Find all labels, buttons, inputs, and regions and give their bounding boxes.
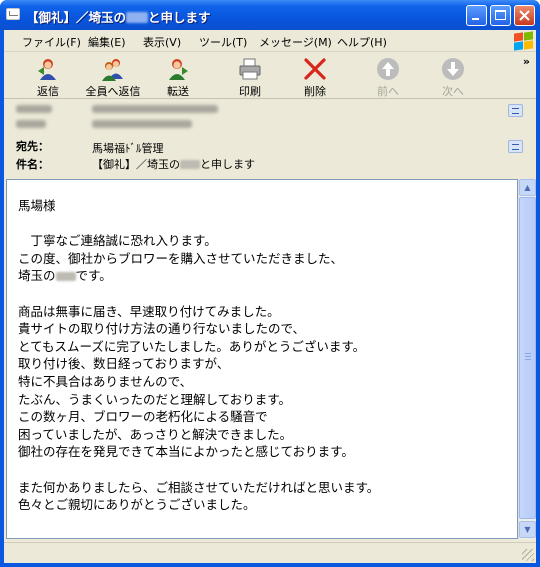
body-line: 困っていましたが、あっさりと解決できました。 — [18, 426, 293, 442]
maximize-button[interactable] — [490, 5, 511, 26]
minimize-icon — [472, 18, 479, 20]
body-line: 取り付け後、数日経っておりますが、 — [18, 356, 230, 372]
redacted-from-value — [92, 105, 218, 113]
up-arrow-icon — [377, 58, 399, 80]
mail-window: 【御礼】／埼玉の と申します ファイル(F) 編集(E) 表示(V) ツール(T)… — [0, 0, 540, 567]
window-title: 【御礼】／埼玉の と申します — [26, 7, 211, 26]
body-line: この数ヶ月、ブロワーの老朽化による騒音で — [18, 409, 268, 425]
message-body[interactable]: 馬場様 丁寧なご連絡誠に恐れ入ります。 この度、御社からブロワーを購入させていた… — [6, 179, 518, 539]
redacted-date-value — [92, 120, 192, 128]
body-line-prefix: 埼玉の — [18, 268, 56, 284]
printer-icon — [239, 58, 261, 80]
delete-button[interactable]: 削除 — [286, 55, 344, 98]
client-area: ファイル(F) 編集(E) 表示(V) ツール(T) メッセージ(M) ヘルプ(… — [4, 30, 536, 563]
close-icon — [519, 10, 530, 21]
forward-label: 転送 — [167, 85, 189, 98]
prev-label: 前へ — [377, 85, 399, 98]
body-line: 御社の存在を発見できて本当によかったと感じております。 — [18, 444, 354, 460]
down-arrow-icon — [442, 58, 464, 80]
reply-button[interactable]: 返信 — [19, 55, 77, 98]
subject-label: 件名： — [16, 158, 49, 171]
forward-icon — [169, 59, 188, 80]
title-bar[interactable]: 【御礼】／埼玉の と申します — [0, 0, 540, 30]
scroll-down-button[interactable]: ▼ — [519, 521, 536, 538]
body-line: 貴サイトの取り付け方法の通り行ないましたので、 — [18, 321, 306, 337]
body-line: とてもスムーズに完了いたしました。ありがとうございます。 — [18, 338, 366, 354]
body-line-suffix: です。 — [75, 268, 112, 284]
vertical-scrollbar[interactable]: ▲ ▼ — [518, 179, 536, 539]
scroll-grip — [525, 359, 531, 360]
body-line: 埼玉の です。 — [18, 268, 112, 283]
scroll-grip — [525, 356, 531, 357]
body-line: たぶん、うまくいったのだと理解しております。 — [18, 391, 292, 407]
reply-label: 返信 — [37, 85, 59, 98]
next-label: 次へ — [442, 85, 464, 98]
toolbar: 返信 全員へ返信 転送 印刷 削除 前へ 次へ » — [4, 53, 536, 99]
delete-x-icon — [304, 58, 326, 80]
scroll-grip — [525, 353, 531, 354]
minimize-button[interactable] — [466, 5, 487, 26]
reply-all-label: 全員へ返信 — [85, 85, 141, 98]
delete-label: 削除 — [304, 85, 326, 98]
to-label: 宛先： — [16, 140, 49, 153]
next-button[interactable]: 次へ — [424, 55, 482, 98]
body-line: 馬場様 — [18, 198, 56, 213]
body-line: 丁寧なご連絡誠に恐れ入ります。 — [18, 233, 217, 249]
maximize-icon — [495, 10, 506, 20]
status-bar — [4, 542, 536, 563]
to-value: 馬場福ﾄﾞﾙ管理 — [92, 142, 164, 155]
subject-value: 【御礼】／埼玉の と申します — [92, 156, 255, 172]
reply-icon — [38, 59, 56, 80]
redacted-from-label — [16, 105, 52, 113]
menu-message[interactable]: メッセージ(M) — [259, 34, 332, 50]
close-button[interactable] — [514, 5, 535, 26]
toolbar-overflow-chevron[interactable]: » — [523, 55, 530, 68]
print-label: 印刷 — [239, 85, 261, 98]
resize-grip-icon[interactable] — [522, 549, 534, 561]
expand-headers-button[interactable] — [508, 104, 523, 117]
message-headers: 宛先： 馬場福ﾄﾞﾙ管理 件名： 【御礼】／埼玉の と申します — [4, 100, 536, 178]
scroll-thumb[interactable] — [519, 197, 536, 519]
expand-recipients-button[interactable] — [508, 140, 523, 153]
prev-button[interactable]: 前へ — [359, 55, 417, 98]
mail-message-icon — [6, 8, 20, 20]
redacted-sender-name — [55, 272, 76, 282]
scroll-up-button[interactable]: ▲ — [519, 179, 536, 196]
menu-file[interactable]: ファイル(F) — [22, 34, 81, 50]
message-text: 馬場様 丁寧なご連絡誠に恐れ入ります。 この度、御社からブロワーを購入させていた… — [18, 197, 508, 514]
menu-help[interactable]: ヘルプ(H) — [337, 34, 387, 50]
body-line: この度、御社からブロワーを購入させていただきました、 — [18, 250, 344, 266]
body-line: 特に不具合はありませんので、 — [18, 373, 193, 389]
windows-logo-icon — [512, 31, 534, 51]
body-line: 色々とご親切にありがとうございました。 — [18, 497, 256, 513]
menu-view[interactable]: 表示(V) — [143, 34, 181, 50]
window-title-suffix: と申します — [148, 10, 211, 25]
print-button[interactable]: 印刷 — [221, 55, 279, 98]
reply-all-button[interactable]: 全員へ返信 — [84, 55, 142, 98]
body-line: また何かありましたら、ご相談させていただければと思います。 — [18, 479, 380, 495]
body-line: 商品は無事に届き、早速取り付けてみました。 — [18, 303, 280, 319]
forward-button[interactable]: 転送 — [149, 55, 207, 98]
menu-tools[interactable]: ツール(T) — [199, 34, 247, 50]
redacted-name — [126, 12, 149, 23]
menu-bar: ファイル(F) 編集(E) 表示(V) ツール(T) メッセージ(M) ヘルプ(… — [4, 30, 536, 52]
window-title-prefix: 【御礼】／埼玉の — [26, 10, 127, 25]
subject-prefix: 【御礼】／埼玉の — [92, 158, 180, 171]
subject-suffix: と申します — [200, 158, 255, 171]
menu-edit[interactable]: 編集(E) — [88, 34, 126, 50]
redacted-subject-name — [180, 160, 200, 169]
reply-all-icon — [102, 59, 123, 81]
redacted-date-label — [16, 120, 46, 128]
